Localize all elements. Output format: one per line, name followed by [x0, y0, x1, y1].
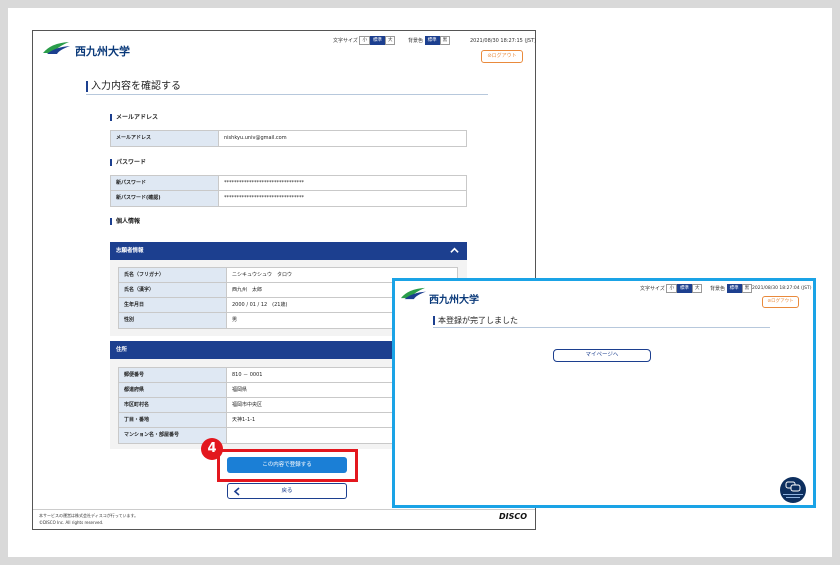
- postal-code-label: 郵便番号: [119, 368, 227, 382]
- kanji-name-label: 氏名（漢字）: [119, 283, 227, 297]
- birthdate-label: 生年月日: [119, 298, 227, 312]
- new-password-label: 新パスワード: [111, 176, 219, 190]
- chat-caption-line: [783, 494, 803, 495]
- bg-black-button[interactable]: 黒: [741, 284, 753, 293]
- table-row: 新パスワード(確認) *****************************…: [111, 191, 466, 206]
- disco-brand-logo: DISCO: [499, 512, 528, 521]
- title-divider: [433, 327, 770, 328]
- font-size-control: 文字サイズ 小標準大: [333, 36, 396, 45]
- timestamp: 2021/08/30 18:27:15 (JST): [470, 38, 537, 44]
- page-title: 本登録が完了しました: [433, 316, 518, 325]
- university-logo-icon: [400, 287, 426, 300]
- bg-color-control: 背景色 標準黒: [408, 36, 451, 45]
- logout-label: ログアウト: [771, 299, 794, 304]
- font-size-large-button[interactable]: 大: [691, 284, 703, 293]
- font-size-small-button[interactable]: 小: [359, 36, 370, 45]
- email-label: メールアドレス: [111, 131, 219, 146]
- logout-label: ログアウト: [491, 53, 517, 59]
- chevron-up-icon[interactable]: [450, 246, 459, 255]
- font-size-standard-button[interactable]: 標準: [676, 284, 692, 293]
- logout-button[interactable]: ⊘ログアウト: [481, 50, 523, 63]
- bg-color-label: 背景色: [710, 286, 726, 292]
- section-email-heading: メールアドレス: [110, 114, 158, 121]
- step-badge: 4: [201, 438, 223, 460]
- mypage-button[interactable]: マイページへ: [553, 349, 651, 362]
- logo-text: 西九州大学: [75, 45, 130, 58]
- street-label: 丁目・番地: [119, 413, 227, 427]
- timestamp: 2021/08/30 18:27:04 (JST): [752, 286, 812, 291]
- new-password-value: ********************************: [224, 180, 304, 186]
- bg-standard-button[interactable]: 標準: [726, 284, 742, 293]
- footer-divider: [33, 509, 535, 510]
- highlight-submit-callout: [217, 449, 358, 482]
- section-password-heading: パスワード: [110, 159, 146, 166]
- font-size-label: 文字サイズ: [640, 286, 665, 292]
- bg-black-button[interactable]: 黒: [439, 36, 451, 45]
- font-size-small-button[interactable]: 小: [666, 284, 677, 293]
- completion-window: 西九州大学 文字サイズ 小標準大 背景色 標準黒 2021/08/30 18:2…: [392, 278, 816, 508]
- logo-text: 西九州大学: [429, 295, 479, 306]
- address-panel-title: 住所: [116, 347, 128, 353]
- section-personal-heading: 個人情報: [110, 218, 140, 225]
- chat-support-button[interactable]: [780, 477, 806, 503]
- font-size-standard-button[interactable]: 標準: [369, 36, 385, 45]
- city-label: 市区町村名: [119, 398, 227, 412]
- font-size-label: 文字サイズ: [333, 38, 358, 44]
- furigana-label: 氏名（フリガナ）: [119, 268, 227, 282]
- password-table: 新パスワード ******************************** …: [110, 175, 467, 207]
- footer-note: 本サービスの運営は株式会社ディスコが行っています。: [39, 513, 139, 518]
- confirm-password-label: 新パスワード(確認): [111, 191, 219, 206]
- gender-label: 性別: [119, 313, 227, 328]
- prefecture-label: 都道府県: [119, 383, 227, 397]
- page-title: 入力内容を確認する: [86, 81, 181, 92]
- university-logo-icon: [43, 42, 70, 54]
- email-table: メールアドレス nishkyu.univ@gmail.com: [110, 130, 467, 147]
- font-size-control: 文字サイズ 小標準大: [640, 284, 703, 293]
- table-row: メールアドレス nishkyu.univ@gmail.com: [111, 131, 466, 146]
- table-row: 新パスワード ********************************: [111, 176, 466, 191]
- font-size-large-button[interactable]: 大: [384, 36, 396, 45]
- back-button[interactable]: 戻る: [227, 483, 347, 499]
- logout-button[interactable]: ⊘ログアウト: [762, 296, 799, 308]
- title-divider: [86, 94, 488, 95]
- bg-standard-button[interactable]: 標準: [424, 36, 440, 45]
- email-value: nishkyu.univ@gmail.com: [224, 135, 287, 141]
- chat-bubble-icon: [785, 481, 801, 492]
- chevron-left-icon: [233, 487, 240, 496]
- confirm-password-value: ********************************: [224, 195, 304, 201]
- bg-color-label: 背景色: [408, 38, 424, 44]
- chat-caption-line: [786, 497, 800, 498]
- footer-copyright: ©DISCO Inc. All rights reserved.: [39, 520, 104, 525]
- bg-color-control: 背景色 標準黒: [710, 284, 753, 293]
- back-label: 戻る: [281, 488, 293, 494]
- applicant-panel-header[interactable]: 志願者情報: [110, 242, 467, 260]
- applicant-panel-title: 志願者情報: [116, 248, 144, 254]
